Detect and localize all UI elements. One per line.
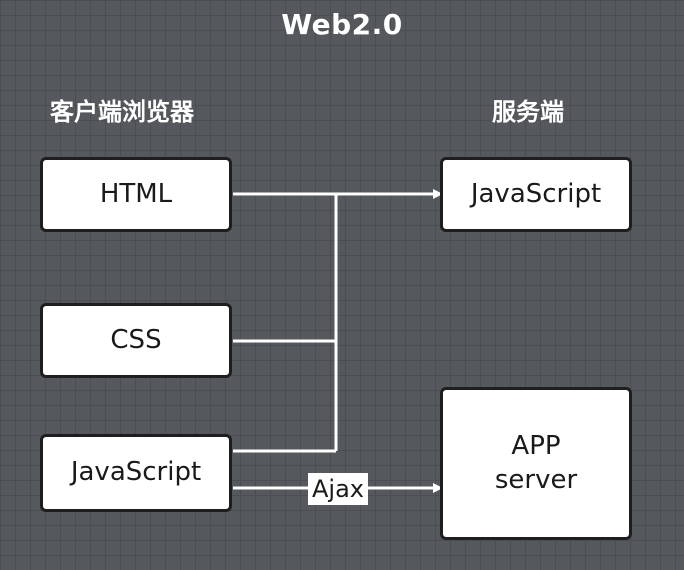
server-javascript-node: JavaScript xyxy=(440,157,632,232)
server-javascript-label: JavaScript xyxy=(470,178,602,209)
client-css-node: CSS xyxy=(40,303,232,378)
app-server-node: APP server xyxy=(440,387,632,540)
client-html-node: HTML xyxy=(40,157,232,232)
client-css-label: CSS xyxy=(110,324,162,355)
ajax-edge-label: Ajax xyxy=(308,473,368,505)
client-javascript-node: JavaScript xyxy=(40,434,232,512)
app-server-line2: server xyxy=(494,464,578,495)
app-server-line1: APP xyxy=(511,430,561,461)
client-html-label: HTML xyxy=(99,178,173,209)
client-javascript-label: JavaScript xyxy=(70,457,202,488)
app-server-label: APP server xyxy=(495,430,577,498)
